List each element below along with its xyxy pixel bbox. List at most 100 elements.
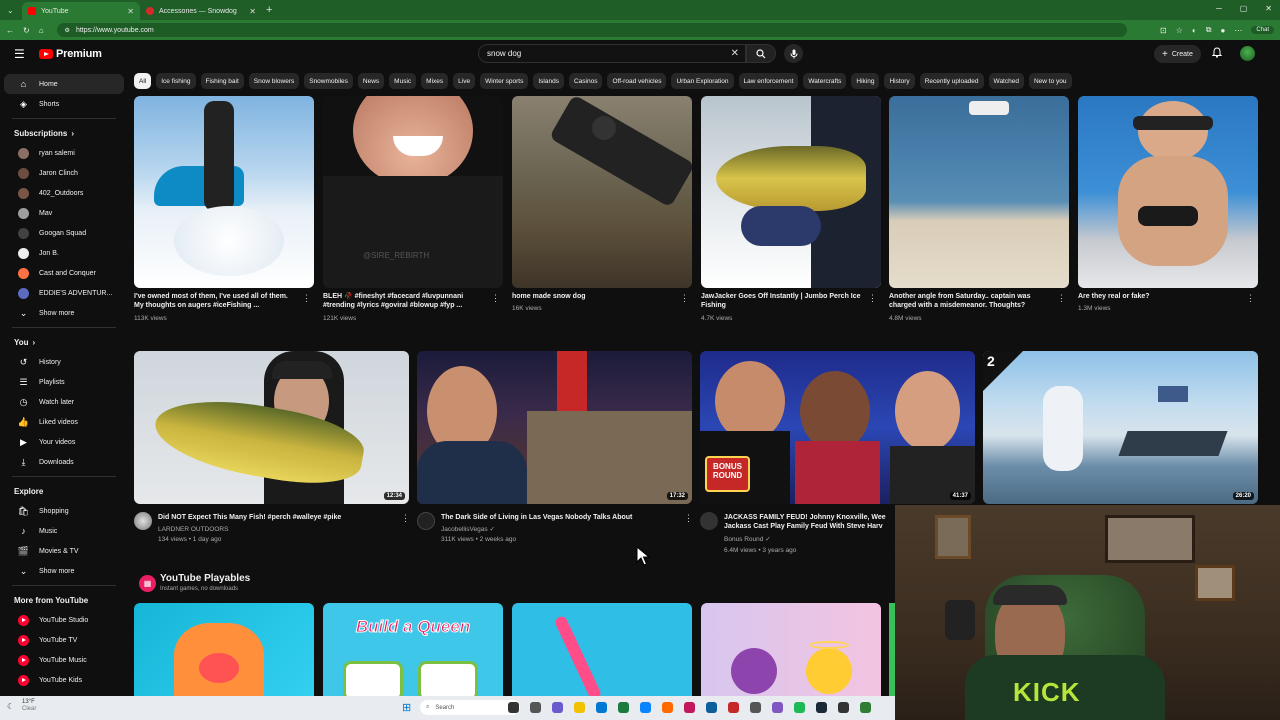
app-icon[interactable] [838,702,849,713]
voice-search-button[interactable] [784,44,803,63]
more-options-icon[interactable]: ⋮ [680,293,689,304]
video-title[interactable]: JACKASS FAMILY FEUD! Johnny Knoxville, W… [724,513,896,533]
sidebar-item-subscription[interactable]: Jon B. [4,243,124,263]
filter-chip[interactable]: Recently uploaded [919,73,984,89]
filter-chip[interactable]: Winter sports [480,73,529,89]
account-avatar[interactable] [1240,46,1255,61]
game-thumbnail[interactable] [512,603,692,696]
sidebar-item-subscription[interactable]: Googan Squad [4,223,124,243]
short-thumbnail[interactable] [701,96,881,288]
widgets-icon[interactable] [530,702,541,713]
game-thumbnail[interactable]: Build a Queen [323,603,503,696]
youtube-logo[interactable]: Premium [39,48,102,60]
sidebar-item-youtube-music[interactable]: YouTube Music [4,650,124,670]
game-thumbnail[interactable] [701,603,881,696]
short-title[interactable]: Another angle from Saturday.. captain wa… [889,292,1049,310]
more-options-icon[interactable]: ⋮ [302,293,311,304]
app-icon[interactable] [684,702,695,713]
sidebar-item-playlists[interactable]: ☰ Playlists [4,372,124,392]
notifications-bell-icon[interactable] [1211,47,1223,61]
install-icon[interactable]: ⊡ [1160,26,1167,35]
sidebar-item-watch-later[interactable]: ◷ Watch later [4,392,124,412]
create-button[interactable]: + Create [1154,45,1201,63]
video-thumbnail[interactable]: 17:32 [417,351,692,504]
edge-icon[interactable] [640,702,651,713]
back-icon[interactable]: ← [6,26,14,35]
channel-avatar[interactable] [417,512,435,530]
site-info-icon[interactable]: ⚙ [65,27,70,34]
short-thumbnail[interactable]: @SIRE_REBIRTH [323,96,503,288]
sidebar-item-subscription[interactable]: ryan salemi [4,143,124,163]
channel-avatar[interactable] [134,512,152,530]
more-options-icon[interactable]: ⋮ [684,513,693,524]
app-icon[interactable] [706,702,717,713]
filter-chip[interactable]: All [134,73,152,89]
sidebar-item-shorts[interactable]: ◈ Shorts [4,94,124,114]
file-explorer-icon[interactable] [574,702,585,713]
menu-icon[interactable]: ☰ [14,47,26,61]
filter-chip[interactable]: Watched [988,73,1024,89]
filter-chip[interactable]: Music [389,73,417,89]
filter-chip[interactable]: Watercrafts [803,73,847,89]
search-input[interactable]: snow dog ✕ [478,44,746,63]
sidebar-item-music[interactable]: ♪ Music [4,521,124,541]
filter-chip[interactable]: Live [453,73,476,89]
more-options-icon[interactable]: ⋮ [491,293,500,304]
video-thumbnail[interactable]: 12:34 [134,351,409,504]
more-options-icon[interactable]: ⋮ [1057,293,1066,304]
sidebar-item-subscription[interactable]: Jaron Clinch [4,163,124,183]
sidebar-item-movies-tv[interactable]: 🎬 Movies & TV [4,541,124,561]
maximize-icon[interactable]: ▢ [1240,4,1248,13]
sidebar-item-history[interactable]: ↺ History [4,352,124,372]
browser-tab-snowdog[interactable]: Accessories — Snowdog ✕ [140,2,262,20]
filter-chip[interactable]: Law enforcement [738,73,799,89]
filter-chip[interactable]: News [357,73,385,89]
game-thumbnail[interactable] [134,603,314,696]
channel-name[interactable]: Bonus Round [724,536,763,543]
filter-chip[interactable]: Casinos [568,73,603,89]
new-tab-icon[interactable]: + [266,4,272,16]
filter-chip[interactable]: Hiking [851,73,880,89]
puzzle-icon[interactable]: ⧉ [1206,25,1212,35]
windows-start-icon[interactable]: ⊞ [402,701,411,714]
sidebar-item-youtube-tv[interactable]: YouTube TV [4,630,124,650]
close-window-icon[interactable]: ✕ [1265,4,1272,13]
terminal-icon[interactable] [618,702,629,713]
sidebar-item-shopping[interactable]: 🛍 Shopping [4,501,124,521]
chat-button[interactable]: Chat [1251,26,1274,34]
you-heading[interactable]: You › [0,332,128,352]
playables-title[interactable]: YouTube Playables [160,573,250,584]
tab-search-icon[interactable]: ⌄ [0,6,22,15]
close-tab-icon[interactable]: ✕ [249,7,256,16]
sidebar-item-subscription[interactable]: 402_Outdoors [4,183,124,203]
short-thumbnail[interactable] [1078,96,1258,288]
extension-icon[interactable]: ◐ [1192,26,1197,35]
address-bar[interactable]: ⚙ https://www.youtube.com [56,23,1127,37]
channel-avatar[interactable] [700,512,718,530]
video-thumbnail[interactable]: BONUS ROUND 41:37 [700,351,975,504]
short-title[interactable]: JawJacker Goes Off Instantly | Jumbo Per… [701,292,861,310]
more-options-icon[interactable]: ⋮ [1246,293,1255,304]
minimize-icon[interactable]: ─ [1216,4,1222,13]
subscriptions-heading[interactable]: Subscriptions › [0,123,128,143]
filter-chip[interactable]: New to you [1028,73,1072,89]
sidebar-item-your-videos[interactable]: ▶ Your videos [4,432,124,452]
filter-chip[interactable]: Snow blowers [248,73,300,89]
spotify-icon[interactable] [794,702,805,713]
more-options-icon[interactable]: ⋮ [868,293,877,304]
short-title[interactable]: I've owned most of them, I've used all o… [134,292,294,310]
steam-icon[interactable] [816,702,827,713]
home-browser-icon[interactable]: ⌂ [39,26,44,35]
show-more-explore[interactable]: ⌄ Show more [4,561,124,581]
more-options-icon[interactable]: ⋮ [401,513,410,524]
app-icon[interactable] [772,702,783,713]
show-more-subscriptions[interactable]: ⌄ Show more [4,303,124,323]
filter-chip[interactable]: Ice fishing [156,73,196,89]
task-view-icon[interactable] [508,702,519,713]
video-title[interactable]: Did NOT Expect This Many Fish! #perch #w… [158,513,388,523]
app-icon[interactable] [750,702,761,713]
channel-name[interactable]: JacobellisVegas [441,526,488,533]
browser-tab-youtube[interactable]: YouTube ✕ [22,2,140,20]
menu-dots-icon[interactable]: ⋯ [1234,26,1242,35]
firefox-icon[interactable] [662,702,673,713]
